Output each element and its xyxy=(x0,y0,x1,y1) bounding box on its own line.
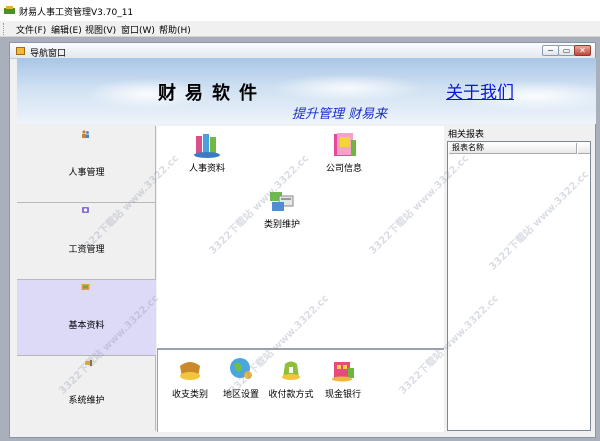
cash-bank-icon xyxy=(332,362,354,382)
tile-category-maintenance[interactable]: 类别维护 xyxy=(252,188,312,230)
banner-title: 财易软件 xyxy=(158,83,266,104)
restore-button[interactable]: ▭ xyxy=(558,45,575,56)
app-titlebar: 财易人事工资管理V3.70_11 xyxy=(0,0,600,21)
menu-bar: 文件(F) 编辑(E) 视图(V) 窗口(W) 帮助(H) xyxy=(0,21,600,37)
minimize-button[interactable]: − xyxy=(542,45,559,56)
nav-item-basic-data[interactable]: 基本资料 xyxy=(17,280,156,356)
nav-label-personnel: 人事管理 xyxy=(68,168,105,178)
people-icon xyxy=(82,130,89,138)
tile-label-income-expense: 收支类别 xyxy=(171,390,208,400)
related-reports-panel: 相关报表 报表名称 xyxy=(444,124,594,433)
left-nav-panel: 人事管理 工资管理 基本资料 系统维护 xyxy=(17,126,156,431)
tile-personnel-files[interactable]: 人事资料 xyxy=(177,132,237,174)
tile-label-category-maintenance: 类别维护 xyxy=(263,220,300,230)
folder-icon xyxy=(81,284,90,290)
app-logo-icon xyxy=(4,6,15,14)
nav-item-personnel[interactable]: 人事管理 xyxy=(17,126,156,203)
reports-list[interactable]: 报表名称 xyxy=(447,141,591,431)
tile-payment-method[interactable]: 收付款方式 xyxy=(268,356,314,400)
tile-income-expense[interactable]: 收支类别 xyxy=(167,356,213,400)
money-icon xyxy=(82,207,89,213)
minimize-icon: − xyxy=(547,46,554,55)
company-info-icon xyxy=(334,133,356,156)
nav-label-basic-data: 基本资料 xyxy=(68,321,105,331)
nav-label-salary: 工资管理 xyxy=(68,245,105,255)
report-name-column-header[interactable]: 报表名称 xyxy=(449,143,577,154)
close-icon: ✕ xyxy=(579,46,586,55)
menu-window[interactable]: 窗口(W) xyxy=(121,23,155,36)
category-maintenance-icon xyxy=(270,192,294,211)
tile-label-cash-bank: 现金银行 xyxy=(324,390,361,400)
tile-label-company-info: 公司信息 xyxy=(325,164,362,174)
about-us-link[interactable]: 关于我们 xyxy=(446,78,514,103)
nav-item-system[interactable]: 系统维护 xyxy=(17,356,156,431)
tile-label-region-settings: 地区设置 xyxy=(222,390,259,400)
shortcut-area: 收支类别 地区设置 收付款方式 现金银行 xyxy=(157,348,444,432)
function-area: 人事资料 公司信息 类别维护 xyxy=(157,126,444,348)
tile-company-info[interactable]: 公司信息 xyxy=(314,132,374,174)
related-reports-title: 相关报表 xyxy=(448,130,485,140)
tile-label-payment-method: 收付款方式 xyxy=(268,390,314,400)
menu-help[interactable]: 帮助(H) xyxy=(159,23,191,36)
menu-file[interactable]: 文件(F) xyxy=(16,23,46,36)
personnel-files-icon xyxy=(194,134,220,158)
tile-cash-bank[interactable]: 现金银行 xyxy=(320,356,366,400)
nav-item-salary[interactable]: 工资管理 xyxy=(17,203,156,280)
close-button[interactable]: ✕ xyxy=(574,45,591,56)
menu-view[interactable]: 视图(V) xyxy=(85,23,116,36)
tile-region-settings[interactable]: 地区设置 xyxy=(218,356,264,400)
tile-label-personnel-files: 人事资料 xyxy=(188,164,225,174)
banner-slogan: 提升管理 财易来 xyxy=(292,107,388,122)
income-expense-icon xyxy=(180,362,200,380)
menu-edit[interactable]: 编辑(E) xyxy=(51,23,82,36)
window-icon xyxy=(16,47,25,55)
nav-label-system: 系统维护 xyxy=(68,396,105,406)
header-banner: 财易软件 提升管理 财易来 关于我们 xyxy=(17,58,596,124)
payment-method-icon xyxy=(282,361,300,380)
app-title: 财易人事工资管理V3.70_11 xyxy=(19,8,134,18)
region-settings-icon xyxy=(230,358,252,379)
restore-icon: ▭ xyxy=(562,46,571,55)
filler-column-header xyxy=(578,143,590,154)
menu-grip xyxy=(3,23,5,35)
tools-icon xyxy=(85,360,92,366)
navigation-window-titlebar[interactable]: 导航窗口 − ▭ ✕ xyxy=(10,43,595,59)
